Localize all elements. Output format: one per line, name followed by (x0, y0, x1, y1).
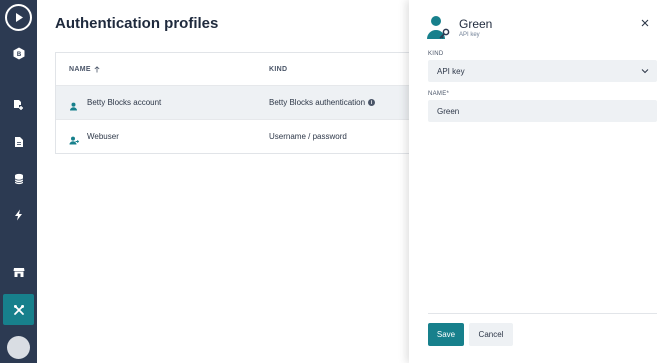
panel-divider (428, 313, 657, 314)
panel-subtitle: API key (459, 32, 480, 38)
chevron-down-icon (641, 67, 649, 76)
svg-text:B: B (16, 52, 21, 58)
profile-detail-panel: Green API key KIND API key NAME* Green S… (409, 0, 670, 363)
row-kind: Betty Blocks authentication i (269, 98, 376, 107)
close-icon[interactable] (640, 19, 650, 29)
app-window: B Authentication profiles NAME KIND Bett… (0, 0, 670, 363)
user-arrow-icon (69, 132, 80, 150)
api-key-user-icon (426, 15, 452, 45)
save-button[interactable]: Save (428, 323, 464, 346)
table-row[interactable]: Webuser Username / password (56, 119, 428, 153)
sidebar: B (0, 0, 37, 363)
page-title: Authentication profiles (55, 15, 219, 32)
database-icon[interactable] (3, 163, 34, 194)
main-content: Authentication profiles NAME KIND Betty … (37, 0, 428, 363)
row-kind: Username / password (269, 132, 347, 141)
page-add-icon[interactable] (3, 89, 34, 120)
column-header-name-label: NAME (69, 66, 91, 73)
kind-select[interactable]: API key (428, 60, 657, 82)
store-icon[interactable] (3, 257, 34, 288)
column-header-kind: KIND (269, 66, 288, 73)
kind-select-value: API key (437, 66, 465, 76)
name-field-label: NAME* (428, 91, 450, 97)
avatar[interactable] (7, 336, 30, 359)
name-field-value: Green (437, 106, 460, 116)
row-kind-label: Betty Blocks authentication (269, 98, 366, 107)
panel-title: Green (459, 17, 493, 31)
user-icon (69, 98, 78, 116)
tools-icon[interactable] (3, 294, 34, 325)
kind-field-label: KIND (428, 51, 444, 57)
cancel-button[interactable]: Cancel (469, 323, 513, 346)
row-name: Webuser (87, 132, 119, 141)
sort-ascending-icon (94, 66, 100, 73)
app-badge-icon[interactable]: B (3, 38, 34, 69)
info-icon[interactable]: i (368, 99, 376, 106)
name-field[interactable]: Green (428, 100, 657, 122)
file-icon[interactable] (3, 126, 34, 157)
profiles-table: NAME KIND Betty Blocks account Betty Blo… (55, 52, 428, 154)
row-name: Betty Blocks account (87, 98, 162, 107)
play-icon[interactable] (5, 4, 32, 31)
lightning-icon[interactable] (3, 199, 34, 230)
table-row[interactable]: Betty Blocks account Betty Blocks authen… (56, 85, 428, 119)
column-header-name[interactable]: NAME (69, 66, 100, 73)
row-kind-label: Username / password (269, 132, 347, 141)
